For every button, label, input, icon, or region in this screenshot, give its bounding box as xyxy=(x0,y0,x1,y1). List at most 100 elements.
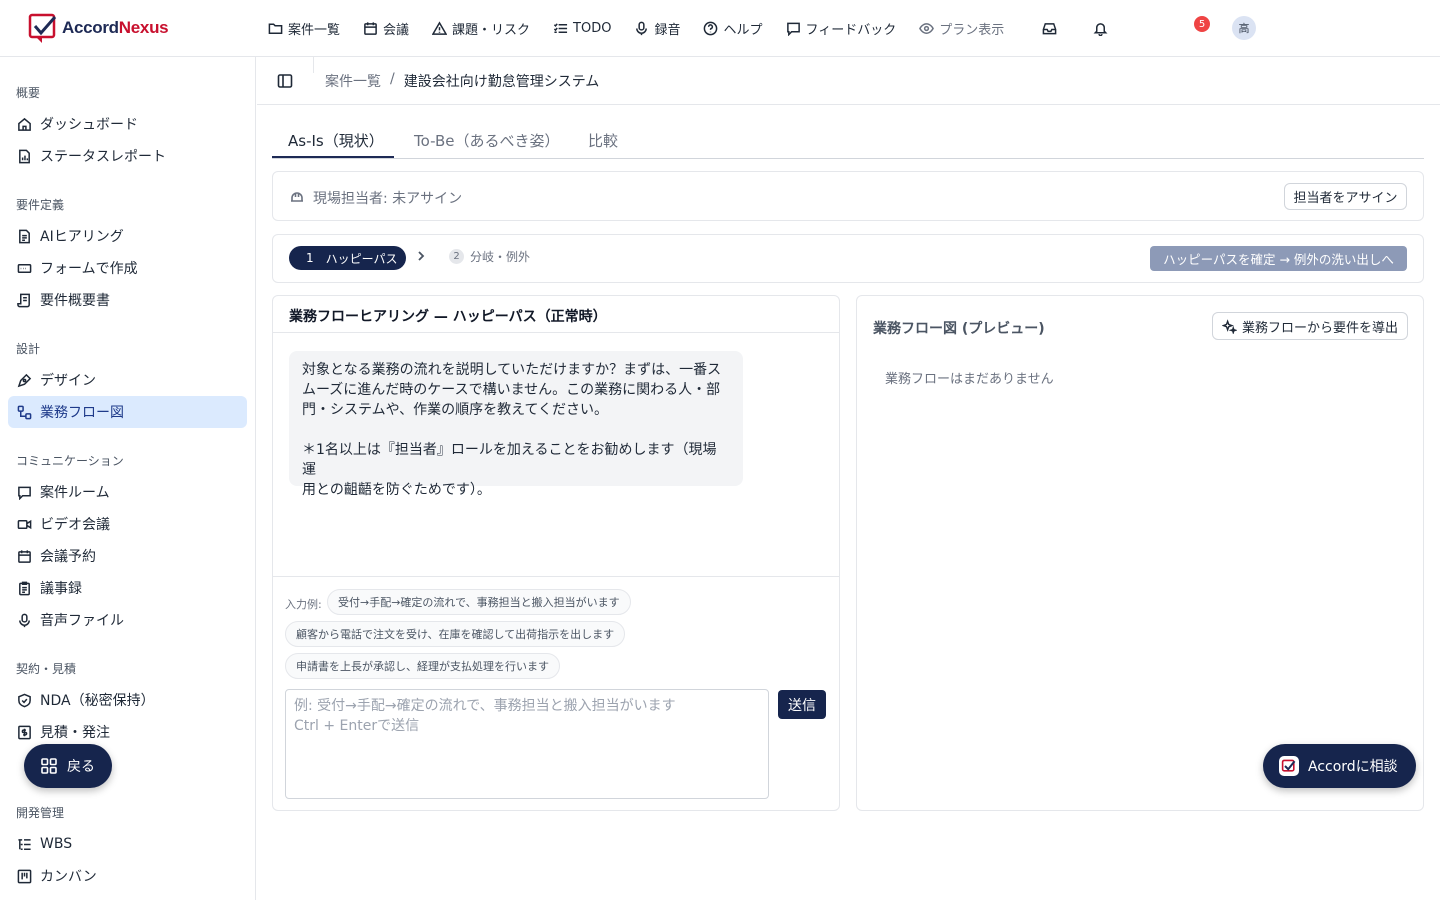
shield-check-icon xyxy=(18,693,31,707)
nav-help[interactable]: ヘルプ xyxy=(703,16,763,40)
mic-icon xyxy=(19,613,30,627)
preview-title: 業務フロー図 (プレビュー) xyxy=(873,321,1045,337)
sidebar-item-dashboard[interactable]: ダッシュボード xyxy=(8,108,247,140)
sidebar-item-meeting-booking[interactable]: 会議予約 xyxy=(8,540,247,572)
inbox-icon xyxy=(1042,22,1057,34)
sidebar-item-video-meeting[interactable]: ビデオ会議 xyxy=(8,508,247,540)
breadcrumb-parent[interactable]: 案件一覧 xyxy=(325,71,381,91)
home-icon xyxy=(18,117,31,131)
sidebar-item-wbs[interactable]: WBS xyxy=(8,828,247,860)
sidebar-item-business-flow[interactable]: 業務フロー図 xyxy=(8,396,247,428)
examples-label: 入力例: xyxy=(285,598,322,611)
pen-tool-icon xyxy=(17,373,32,387)
help-icon xyxy=(704,21,718,35)
sidebar-section-requirements: 要件定義 xyxy=(16,198,65,212)
grid-icon xyxy=(41,758,57,774)
mic-icon xyxy=(636,21,648,35)
nav-plan[interactable]: プラン表示 xyxy=(919,16,1004,40)
owner-card: 現場担当者: 未アサイン 担当者をアサイン xyxy=(272,171,1424,221)
breadcrumb-bar: 案件一覧 / 建設会社向け勤怠管理システム xyxy=(257,57,1440,105)
confirm-happy-path-button[interactable]: ハッピーパスを確定 → 例外の洗い出しへ xyxy=(1150,246,1407,271)
step-happy-path[interactable]: 1 ハッピーパス xyxy=(289,246,406,270)
example-chip[interactable]: 申請書を上長が承認し、経理が支払処理を行います xyxy=(285,653,560,679)
chat-input-area: 入力例: 受付→手配→確定の流れで、事務担当と搬入担当がいます 顧客から電話で注… xyxy=(273,576,839,810)
receipt-icon xyxy=(18,725,31,739)
video-icon xyxy=(17,519,32,529)
consult-accord-button[interactable]: Accordに相談 xyxy=(1263,744,1416,788)
sidebar-item-kanban[interactable]: カンバン xyxy=(8,860,247,892)
document-icon xyxy=(19,229,30,243)
tab-as-is[interactable]: As-Is（現状） xyxy=(288,130,384,151)
nav-issues[interactable]: 課題・リスク xyxy=(432,16,530,40)
chat-icon xyxy=(18,486,31,500)
breadcrumb-separator: / xyxy=(390,71,395,87)
sidebar-toggle-icon[interactable] xyxy=(277,73,293,89)
sidebar-item-minutes[interactable]: 議事録 xyxy=(8,572,247,604)
breadcrumb: 案件一覧 / 建設会社向け勤怠管理システム xyxy=(325,71,599,91)
step-branches-exceptions[interactable]: 2 分岐・例外 xyxy=(449,248,530,265)
sidebar-item-form-create[interactable]: フォームで作成 xyxy=(8,252,247,284)
scroll-icon xyxy=(17,293,30,307)
notification-button[interactable] xyxy=(1093,16,1108,40)
logo-text: AccordNexus xyxy=(62,18,169,37)
message-input[interactable]: 例: 受付→手配→確定の流れで、事務担当と搬入担当がいます Ctrl + Ent… xyxy=(285,689,769,799)
message-icon xyxy=(786,22,800,36)
warning-icon xyxy=(432,20,448,35)
owner-status: 現場担当者: 未アサイン xyxy=(313,191,463,207)
folder-icon xyxy=(268,23,283,34)
kanban-icon xyxy=(17,869,32,883)
steps-card: 1 ハッピーパス 2 分岐・例外 ハッピーパスを確定 → 例外の洗い出しへ xyxy=(272,234,1424,283)
report-icon xyxy=(19,149,30,163)
checklist-icon xyxy=(553,22,568,33)
sidebar-section-dev-management: 開発管理 xyxy=(16,806,65,820)
sidebar-section-design: 設計 xyxy=(16,342,41,356)
tab-bar: As-Is（現状） To-Be（あるべき姿） 比較 xyxy=(272,122,1424,159)
accord-logo-icon xyxy=(1279,756,1299,776)
user-avatar[interactable]: 高 xyxy=(1232,16,1256,40)
chevron-right-icon xyxy=(418,251,425,261)
chat-title: 業務フローヒアリング — ハッピーパス（正常時） xyxy=(273,296,839,333)
derive-requirements-button[interactable]: 業務フローから要件を導出 xyxy=(1212,312,1408,340)
sparkles-icon xyxy=(1221,318,1237,334)
clipboard-icon xyxy=(19,581,30,595)
nav-projects[interactable]: 案件一覧 xyxy=(268,16,340,40)
nav-feedback[interactable]: フィードバック xyxy=(786,16,896,40)
tab-compare[interactable]: 比較 xyxy=(588,130,618,151)
nav-todo[interactable]: TODO xyxy=(553,16,611,40)
flow-preview-panel: 業務フロー図 (プレビュー) 業務フローから要件を導出 業務フローはまだありませ… xyxy=(856,295,1424,811)
sidebar-item-requirements-summary[interactable]: 要件概要書 xyxy=(8,284,247,316)
breadcrumb-current: 建設会社向け勤怠管理システム xyxy=(403,74,600,90)
assistant-message: 対象となる業務の流れを説明していただけますか？まずは、一番ス ムーズに進んだ時の… xyxy=(289,351,743,498)
sidebar-item-audio-files[interactable]: 音声ファイル xyxy=(8,604,247,636)
top-bar: AccordNexus 案件一覧 会議 課題・リスク TODO 録音 ヘルプ フ… xyxy=(0,0,1440,57)
sidebar-section-communication: コミュニケーション xyxy=(16,454,124,468)
preview-empty-state: 業務フローはまだありません xyxy=(885,372,1054,387)
sidebar-item-design[interactable]: デザイン xyxy=(8,364,247,396)
sidebar-section-contracts: 契約・見積 xyxy=(16,662,77,676)
example-chip[interactable]: 顧客から電話で注文を受け、在庫を確認して出荷指示を出します xyxy=(285,621,626,647)
back-button[interactable]: 戻る xyxy=(24,744,112,788)
bell-icon xyxy=(1093,22,1108,36)
calendar-icon xyxy=(364,21,377,35)
nav-recording[interactable]: 録音 xyxy=(634,16,680,40)
sidebar-item-status-report[interactable]: ステータスレポート xyxy=(8,140,247,172)
nav-meetings[interactable]: 会議 xyxy=(363,16,409,40)
active-tab-indicator xyxy=(272,156,394,158)
send-button[interactable]: 送信 xyxy=(778,690,826,719)
workflow-icon xyxy=(17,405,32,419)
list-tree-icon xyxy=(18,838,31,850)
example-chip[interactable]: 受付→手配→確定の流れで、事務担当と搬入担当がいます xyxy=(327,589,631,615)
assign-owner-button[interactable]: 担当者をアサイン xyxy=(1284,183,1407,210)
top-nav: 案件一覧 会議 課題・リスク TODO 録音 ヘルプ フィードバック プラン表示 xyxy=(268,16,1108,40)
sidebar-item-ai-hearing[interactable]: AIヒアリング xyxy=(8,220,247,252)
hearing-chat-panel: 業務フローヒアリング — ハッピーパス（正常時） 対象となる業務の流れを説明して… xyxy=(272,295,840,811)
breadcrumb-divider xyxy=(313,57,314,73)
sidebar-item-nda[interactable]: NDA（秘密保持） xyxy=(8,684,247,716)
hard-hat-icon xyxy=(291,192,303,202)
logo-check-icon xyxy=(28,13,57,43)
inbox-button[interactable] xyxy=(1042,16,1057,40)
calendar-icon xyxy=(18,549,31,563)
app-logo[interactable]: AccordNexus xyxy=(28,12,169,44)
sidebar-item-project-room[interactable]: 案件ルーム xyxy=(8,476,247,508)
tab-to-be[interactable]: To-Be（あるべき姿） xyxy=(414,130,559,151)
